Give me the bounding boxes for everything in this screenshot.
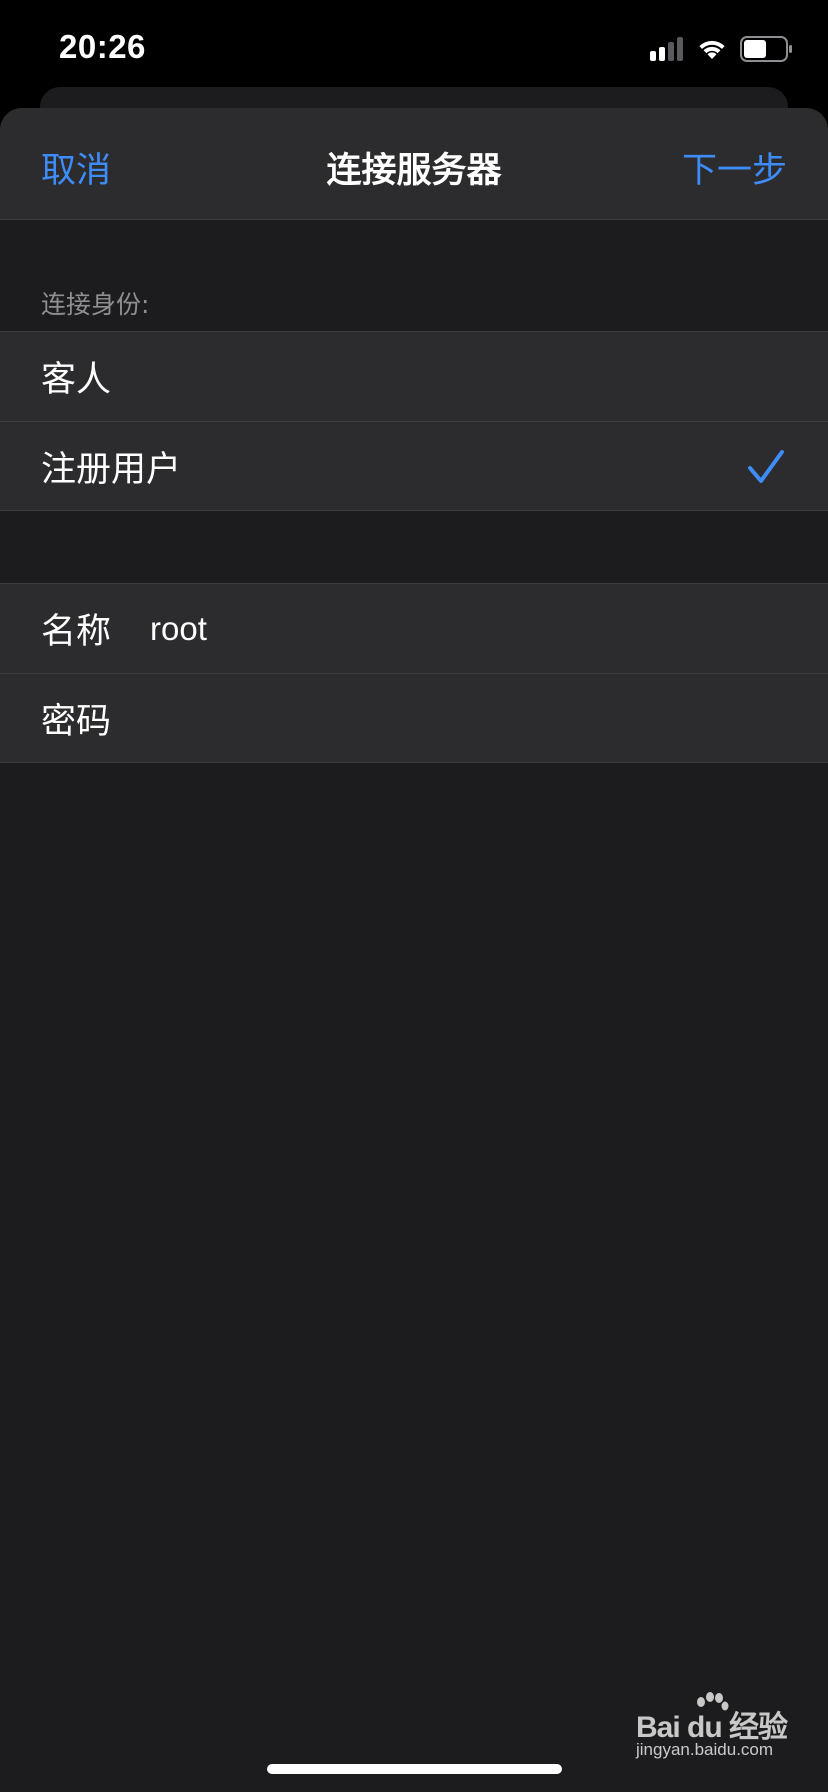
checkmark-icon [748, 450, 784, 483]
name-field[interactable]: root [150, 610, 207, 648]
status-bar: 20:26 [0, 0, 828, 90]
navigation-bar: 取消 连接服务器 下一步 [0, 108, 828, 220]
connect-server-sheet: 取消 连接服务器 下一步 连接身份: 客人 注册用户 名称 root 密码 [0, 108, 828, 1792]
battery-icon [740, 36, 792, 62]
credentials-group: 名称 root 密码 [0, 583, 828, 763]
password-row[interactable]: 密码 [0, 673, 828, 762]
watermark-url: jingyan.baidu.com [636, 1740, 774, 1759]
identity-option-label: 注册用户 [41, 449, 182, 490]
identity-option-guest[interactable]: 客人 [0, 332, 828, 421]
name-label: 名称 [41, 612, 112, 652]
identity-options-group: 客人 注册用户 [0, 331, 828, 511]
identity-option-registered-user[interactable]: 注册用户 [0, 421, 828, 510]
name-row[interactable]: 名称 root [0, 584, 828, 673]
home-indicator[interactable] [267, 1764, 562, 1774]
cellular-signal-icon [650, 37, 683, 61]
identity-section-header: 连接身份: [41, 290, 150, 319]
next-button[interactable]: 下一步 [682, 142, 787, 193]
identity-option-label: 客人 [41, 360, 112, 400]
wifi-icon [699, 40, 725, 59]
baidu-watermark: Bai du 经验 jingyan.baidu.com [632, 1692, 792, 1760]
status-icons [650, 34, 794, 64]
status-time: 20:26 [59, 28, 146, 65]
password-label: 密码 [41, 701, 112, 742]
